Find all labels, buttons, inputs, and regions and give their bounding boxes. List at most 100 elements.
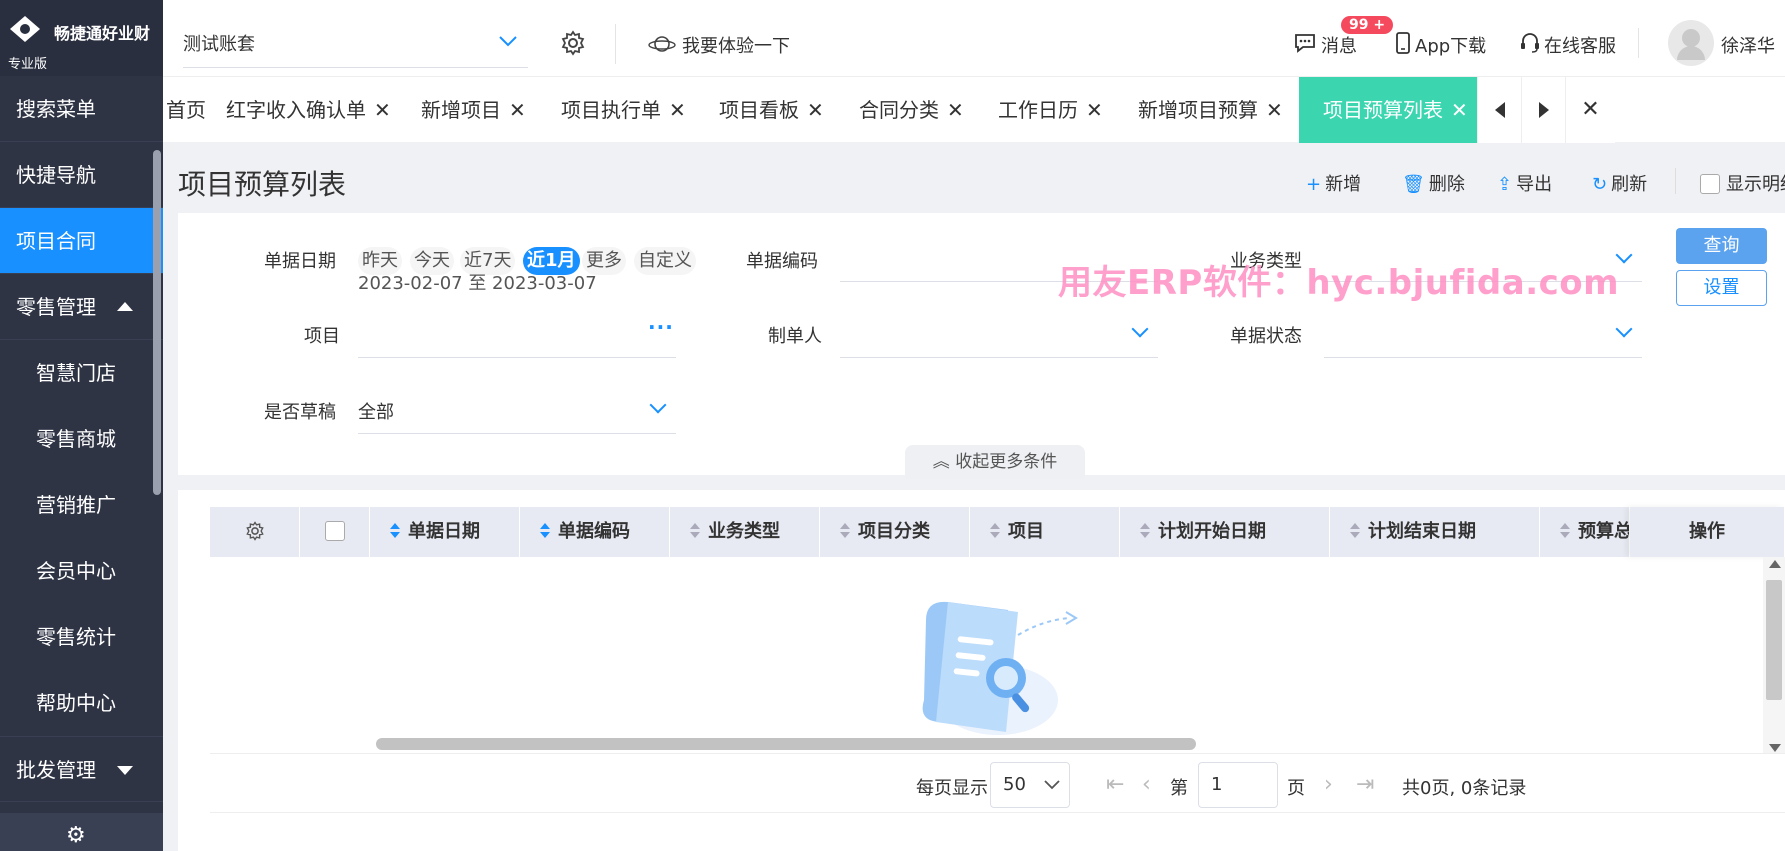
column-header[interactable]: 计划开始日期 <box>1120 507 1330 557</box>
query-button[interactable]: 查询 <box>1676 228 1767 264</box>
tab-project-execution[interactable]: 项目执行单 ✕ <box>561 77 686 143</box>
close-icon[interactable]: ✕ <box>1266 98 1283 122</box>
page-summary: 共0页, 0条记录 <box>1402 778 1527 799</box>
horizontal-scrollbar[interactable] <box>376 738 1196 750</box>
tab-contract-category[interactable]: 合同分类 ✕ <box>859 77 964 143</box>
tab-new-project-budget[interactable]: 新增项目预算 ✕ <box>1138 77 1283 143</box>
username[interactable]: 徐泽华 <box>1721 32 1775 58</box>
next-page-icon[interactable]: › <box>1324 772 1333 797</box>
close-icon[interactable]: ✕ <box>1086 98 1103 122</box>
sidebar-item-wholesale[interactable]: 批发管理 <box>0 736 163 802</box>
settings-gear-icon[interactable]: ⚙ <box>66 823 86 848</box>
tab-project-board[interactable]: 项目看板 ✕ <box>719 77 824 143</box>
app-download-link[interactable]: App下载 <box>1395 32 1486 59</box>
messages-link[interactable]: 消息 <box>1293 32 1357 59</box>
close-all-tabs-button[interactable]: ✕ <box>1565 77 1615 143</box>
sidebar-subitem-retail-stats[interactable]: 零售统计 <box>0 604 163 670</box>
draft-select[interactable] <box>358 433 676 434</box>
experience-link[interactable]: 我要体验一下 <box>648 32 790 61</box>
sort-icon[interactable] <box>840 523 850 539</box>
tab-work-calendar[interactable]: 工作日历 ✕ <box>998 77 1103 143</box>
gear-icon[interactable] <box>245 521 265 541</box>
column-header[interactable]: 项目分类 <box>820 507 970 557</box>
sidebar-subitem-help-center[interactable]: 帮助中心 <box>0 670 163 736</box>
settings-button[interactable]: 设置 <box>1676 270 1767 306</box>
sidebar-scrollbar[interactable] <box>153 150 161 495</box>
add-button[interactable]: + 新增 <box>1306 170 1361 196</box>
sort-icon[interactable] <box>540 523 550 539</box>
sort-icon[interactable] <box>390 523 400 539</box>
chevron-down-icon[interactable] <box>1615 320 1633 338</box>
checkbox[interactable] <box>1700 174 1720 194</box>
column-settings-cell[interactable] <box>210 507 300 557</box>
scroll-up-icon[interactable] <box>1769 560 1781 568</box>
prev-page-icon[interactable]: ‹ <box>1142 772 1151 797</box>
sort-icon[interactable] <box>690 523 700 539</box>
close-icon[interactable]: ✕ <box>374 98 391 122</box>
tab-bar: 首页 红字收入确认单 ✕ 新增项目 ✕ 项目执行单 ✕ 项目看板 ✕ 合同分类 ✕ 工作日… <box>163 76 1785 143</box>
sort-icon[interactable] <box>1140 523 1150 539</box>
column-header[interactable]: 预算总 <box>1540 507 1630 557</box>
sidebar-subitem-smart-store[interactable]: 智慧门店 <box>0 340 163 406</box>
plus-icon: + <box>1306 174 1322 195</box>
per-page-select[interactable]: 50 <box>990 762 1070 808</box>
last-page-icon[interactable]: ⇥ <box>1356 772 1374 797</box>
avatar[interactable] <box>1668 20 1714 66</box>
column-header[interactable]: 计划结束日期 <box>1330 507 1540 557</box>
project-input[interactable] <box>358 357 676 358</box>
tab-scroll-right-button[interactable] <box>1521 77 1565 143</box>
close-icon[interactable]: ✕ <box>807 98 824 122</box>
account-settings-icon[interactable] <box>560 30 586 62</box>
column-header[interactable]: 单据编码 <box>520 507 670 557</box>
chevron-down-icon[interactable] <box>649 396 667 414</box>
tab-red-income-confirm[interactable]: 红字收入确认单 ✕ <box>226 77 391 143</box>
chevron-down-icon <box>499 36 517 47</box>
per-page-label: 每页显示 <box>916 778 988 799</box>
sidebar-item-retail[interactable]: 零售管理 <box>0 274 163 340</box>
sidebar-subitem-retail-mall[interactable]: 零售商城 <box>0 406 163 472</box>
sidebar-item-search-menu[interactable]: 搜索菜单 <box>0 76 163 142</box>
close-icon[interactable]: ✕ <box>947 98 964 122</box>
chevron-down-icon[interactable] <box>1131 320 1149 338</box>
refresh-button[interactable]: ↻ 刷新 <box>1592 170 1647 196</box>
sort-icon[interactable] <box>990 523 1000 539</box>
first-page-icon[interactable]: ⇤ <box>1106 772 1124 797</box>
close-icon[interactable]: ✕ <box>509 98 526 122</box>
account-select[interactable]: 测试账套 <box>183 28 528 68</box>
creator-select[interactable] <box>840 357 1158 358</box>
doc-status-select[interactable] <box>1324 357 1642 358</box>
close-icon[interactable]: ✕ <box>1451 98 1468 122</box>
sort-icon[interactable] <box>1560 523 1570 539</box>
show-detail-checkbox[interactable]: 显示明细 <box>1700 170 1785 196</box>
vertical-scrollbar-thumb[interactable] <box>1766 580 1782 700</box>
date-option-custom[interactable]: 自定义 <box>634 247 696 275</box>
column-header[interactable]: 业务类型 <box>670 507 820 557</box>
sort-icon[interactable] <box>1350 523 1360 539</box>
draft-value[interactable]: 全部 <box>358 398 394 424</box>
select-all-cell[interactable] <box>300 507 370 557</box>
delete-button[interactable]: 🗑 删除 <box>1402 170 1465 196</box>
tab-scroll-left-button[interactable] <box>1477 77 1521 143</box>
export-button[interactable]: ⇪ 导出 <box>1497 170 1552 196</box>
tab-home[interactable]: 首页 <box>166 77 206 143</box>
collapse-conditions-button[interactable]: ︽ 收起更多条件 <box>905 445 1085 479</box>
sidebar-subitem-member-center[interactable]: 会员中心 <box>0 538 163 604</box>
close-icon[interactable]: ✕ <box>669 98 686 122</box>
column-header[interactable]: 单据日期 <box>370 507 520 557</box>
tab-new-project[interactable]: 新增项目 ✕ <box>421 77 526 143</box>
sidebar-item-quick-nav[interactable]: 快捷导航 <box>0 142 163 208</box>
select-all-checkbox[interactable] <box>324 521 345 541</box>
sidebar-subitem-marketing[interactable]: 营销推广 <box>0 472 163 538</box>
tab-label: 项目执行单 <box>561 98 661 122</box>
more-dots-icon[interactable]: ··· <box>648 315 674 339</box>
column-header[interactable]: 项目 <box>970 507 1120 557</box>
watermark: 用友ERP软件：hyc.bjufida.com <box>1058 263 1620 303</box>
experience-label: 我要体验一下 <box>682 36 790 57</box>
chat-icon <box>1293 32 1317 59</box>
tab-project-budget-list[interactable]: 项目预算列表 ✕ <box>1299 77 1477 143</box>
page-number-input[interactable]: 1 <box>1198 762 1278 808</box>
sidebar-item-project-contract[interactable]: 项目合同 <box>0 208 163 274</box>
online-service-link[interactable]: 在线客服 <box>1520 32 1616 59</box>
refresh-label: 刷新 <box>1611 174 1648 195</box>
scroll-down-icon[interactable] <box>1769 744 1781 752</box>
